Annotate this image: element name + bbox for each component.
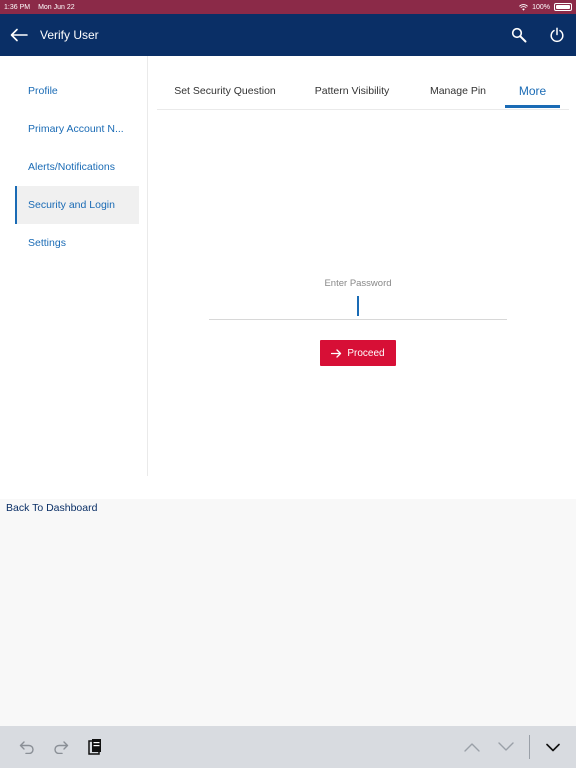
back-to-dashboard-link[interactable]: Back To Dashboard bbox=[6, 502, 97, 514]
proceed-label: Proceed bbox=[347, 347, 385, 359]
sidebar-item-label: Settings bbox=[28, 237, 66, 249]
tab-more[interactable]: More bbox=[505, 72, 560, 110]
arrow-right-icon bbox=[331, 348, 342, 358]
status-bar: 1:36 PM Mon Jun 22 100% bbox=[0, 0, 576, 14]
battery-percent: 100% bbox=[532, 3, 550, 11]
sidebar-item-security[interactable]: Security and Login bbox=[15, 186, 139, 224]
keyboard-accessory-bar bbox=[0, 726, 576, 768]
sidebar-item-label: Security and Login bbox=[28, 199, 115, 211]
search-icon bbox=[511, 27, 527, 43]
password-label: Enter Password bbox=[324, 278, 392, 289]
arrow-left-icon bbox=[10, 28, 28, 42]
wifi-icon bbox=[519, 3, 529, 11]
sidebar-item-primary-account[interactable]: Primary Account N... bbox=[15, 110, 139, 148]
battery-icon bbox=[554, 3, 572, 11]
proceed-button[interactable]: Proceed bbox=[320, 340, 396, 366]
status-time: 1:36 PM bbox=[4, 3, 31, 11]
sidebar: Profile Primary Account N... Alerts/Noti… bbox=[0, 56, 148, 476]
sidebar-item-label: Alerts/Notifications bbox=[28, 161, 115, 173]
undo-button[interactable] bbox=[10, 726, 44, 768]
next-field-button[interactable] bbox=[489, 726, 523, 768]
text-caret bbox=[357, 296, 359, 316]
paste-button[interactable] bbox=[78, 726, 112, 768]
search-button[interactable] bbox=[500, 14, 538, 56]
main-content: Set Security Question Pattern Visibility… bbox=[149, 56, 576, 476]
sidebar-item-profile[interactable]: Profile bbox=[15, 72, 139, 110]
tab-manage-pin[interactable]: Manage Pin bbox=[411, 72, 505, 110]
password-input[interactable] bbox=[209, 292, 507, 320]
sidebar-item-settings[interactable]: Settings bbox=[15, 224, 139, 262]
previous-field-button[interactable] bbox=[455, 726, 489, 768]
tab-bar: Set Security Question Pattern Visibility… bbox=[157, 72, 569, 110]
footer-area: Back To Dashboard bbox=[0, 499, 576, 726]
back-button[interactable] bbox=[0, 14, 38, 56]
tab-set-security-question[interactable]: Set Security Question bbox=[157, 72, 293, 110]
clipboard-icon bbox=[88, 739, 101, 755]
power-button[interactable] bbox=[538, 14, 576, 56]
sidebar-item-label: Primary Account N... bbox=[28, 123, 124, 135]
tab-pattern-visibility[interactable]: Pattern Visibility bbox=[293, 72, 411, 110]
chevron-up-icon bbox=[464, 743, 480, 752]
undo-icon bbox=[19, 741, 34, 754]
power-icon bbox=[550, 27, 564, 43]
chevron-down-icon bbox=[498, 742, 514, 751]
keyboard-dismiss-icon bbox=[546, 743, 560, 751]
page-title: Verify User bbox=[40, 28, 99, 42]
redo-icon bbox=[54, 741, 69, 754]
sidebar-item-alerts[interactable]: Alerts/Notifications bbox=[15, 148, 139, 186]
app-bar: Verify User bbox=[0, 14, 576, 56]
redo-button[interactable] bbox=[44, 726, 78, 768]
status-date: Mon Jun 22 bbox=[38, 3, 75, 11]
dismiss-keyboard-button[interactable] bbox=[536, 726, 570, 768]
divider bbox=[529, 735, 530, 759]
sidebar-item-label: Profile bbox=[28, 85, 58, 97]
